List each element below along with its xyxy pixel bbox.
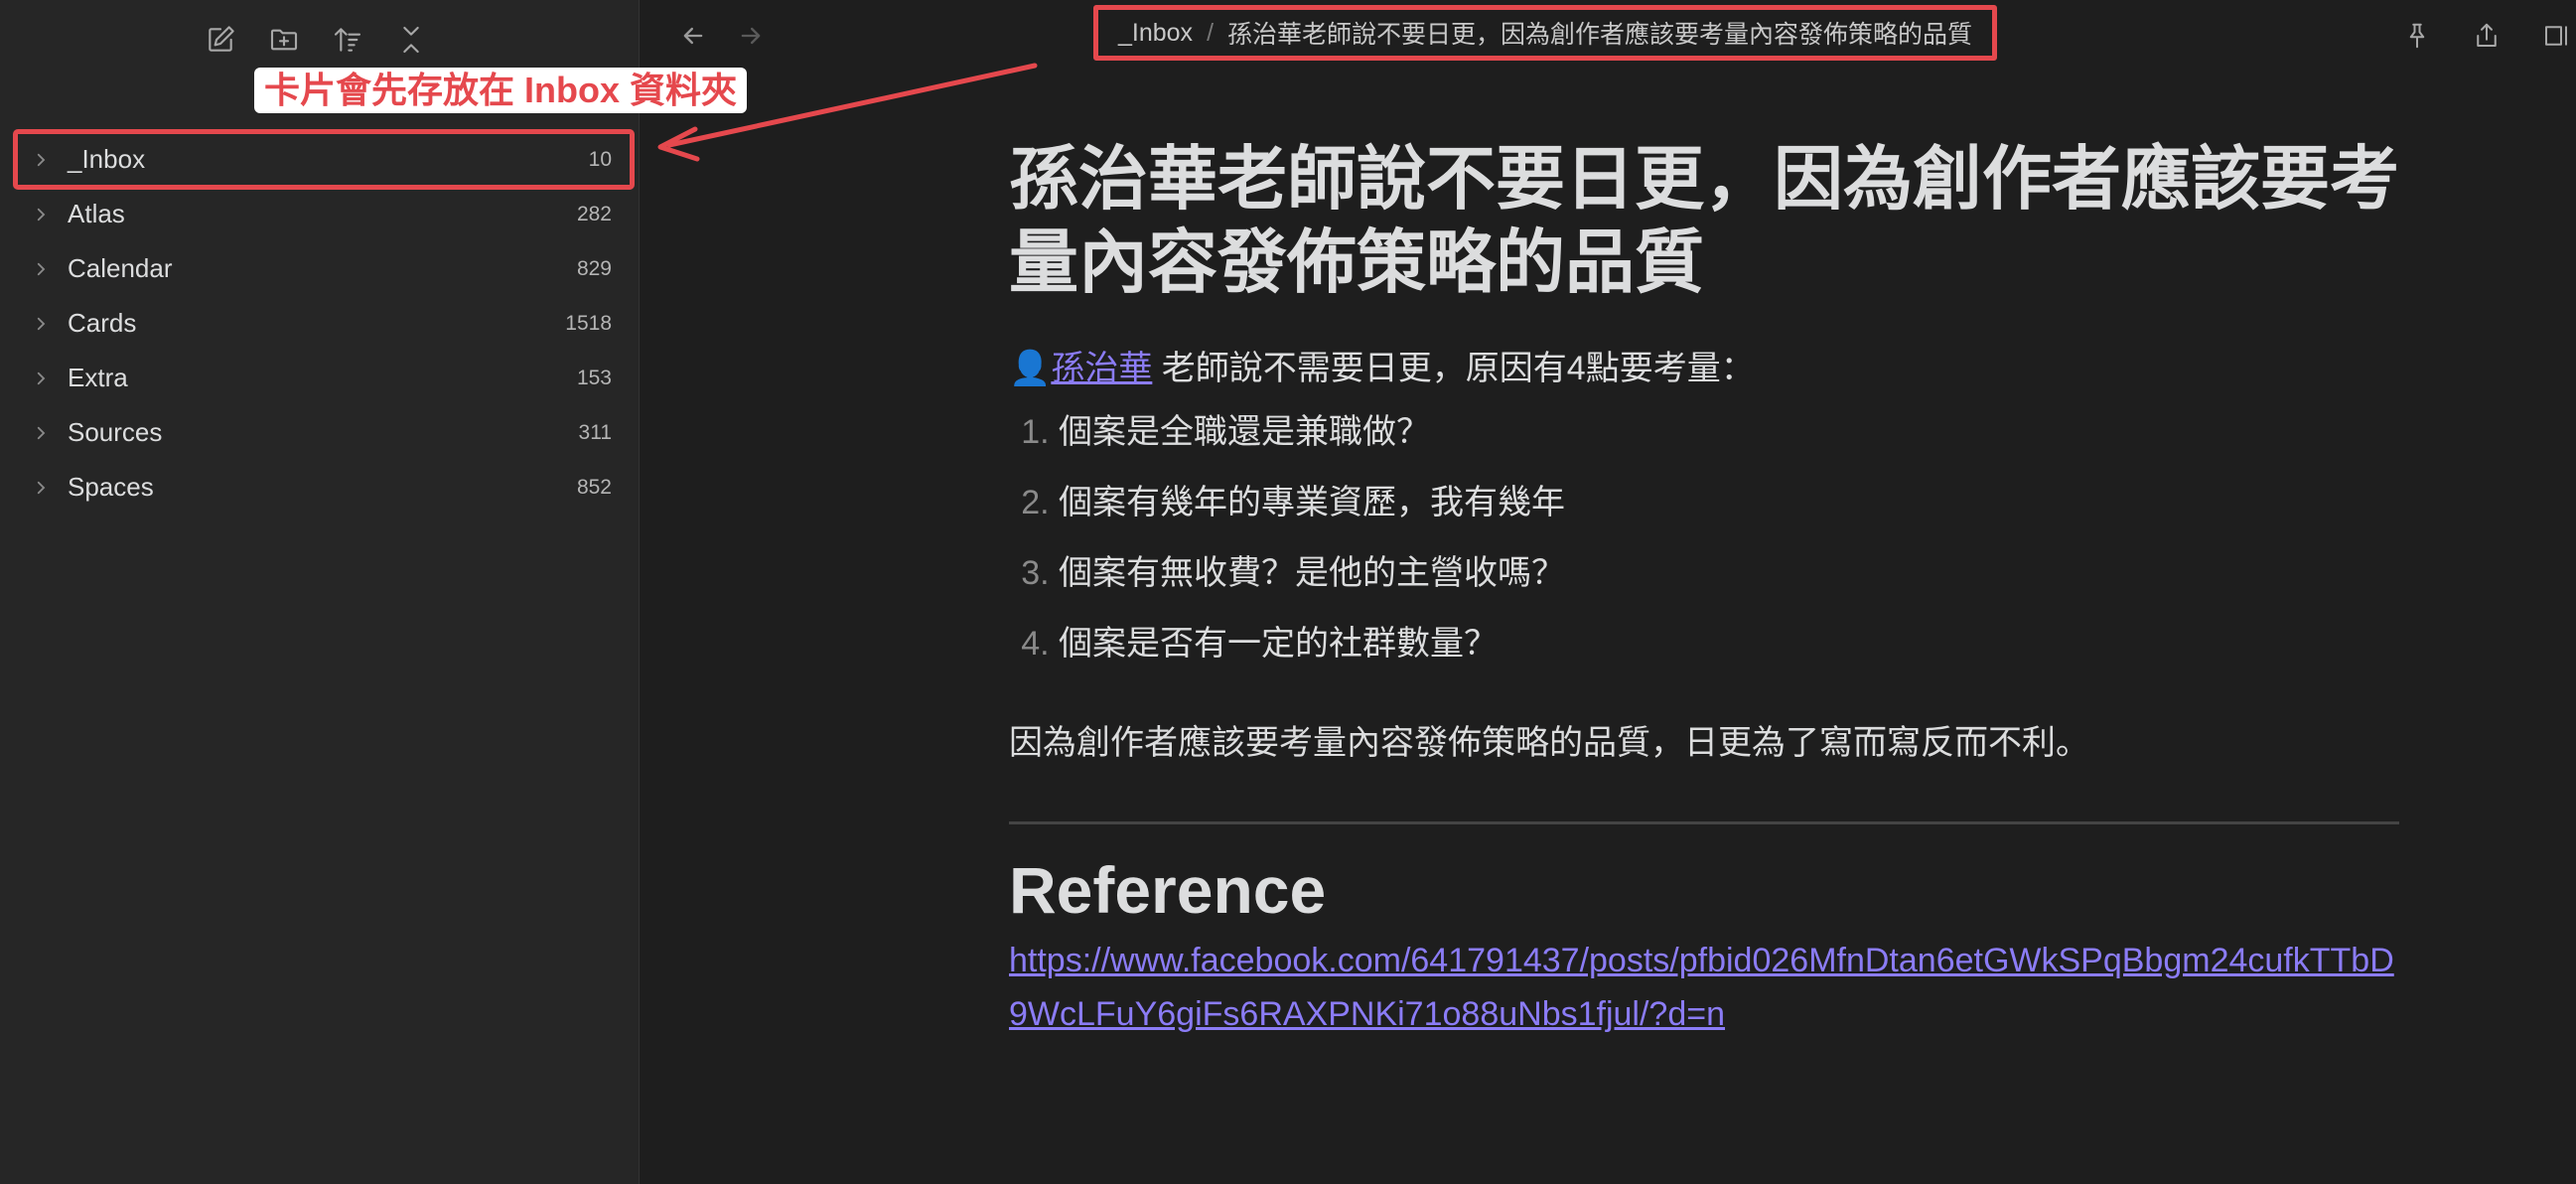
note-content: 孫治華老師說不要日更，因為創作者應該要考量內容發佈策略的品質 👤孫治華 老師說不… xyxy=(1009,137,2399,1041)
editor-pane: _Inbox / 孫治華老師說不要日更，因為創作者應該要考量內容發佈策略的品質 … xyxy=(640,0,2576,1184)
folder-count: 829 xyxy=(576,256,612,280)
list-item: 個案是全職還是兼職做？ xyxy=(1059,409,2399,455)
folder-item-extra[interactable]: Extra 153 xyxy=(16,351,632,405)
forward-arrow-icon[interactable] xyxy=(733,18,769,54)
more-options-icon[interactable] xyxy=(2536,16,2576,56)
folder-name: _Inbox xyxy=(68,144,146,174)
reference-link[interactable]: https://www.facebook.com/641791437/posts… xyxy=(1009,934,2399,1041)
folder-name: Sources xyxy=(68,417,163,447)
folder-tree: _Inbox 10 Atlas 282 Calendar 829 Cards 1… xyxy=(13,129,635,515)
chevron-right-icon xyxy=(32,314,52,334)
sort-icon[interactable] xyxy=(326,18,369,62)
app-window: 卡片會先存放在 Inbox 資料夾 _Inbox 10 Atlas 282 Ca… xyxy=(0,0,2576,1184)
folder-item-atlas[interactable]: Atlas 282 xyxy=(16,187,632,241)
list-item: 個案是否有一定的社群數量？ xyxy=(1059,621,2399,666)
folder-item-cards[interactable]: Cards 1518 xyxy=(16,296,632,351)
points-list: 個案是全職還是兼職做？ 個案有幾年的專業資歷，我有幾年 個案有無收費？是他的主營… xyxy=(1009,409,2399,666)
folder-count: 1518 xyxy=(565,311,612,335)
view-actions xyxy=(2397,16,2576,56)
back-arrow-icon[interactable] xyxy=(675,18,711,54)
new-note-icon[interactable] xyxy=(199,18,242,62)
folder-name: Cards xyxy=(68,308,137,338)
file-explorer-sidebar: 卡片會先存放在 Inbox 資料夾 _Inbox 10 Atlas 282 Ca… xyxy=(0,0,747,1184)
folder-name: Atlas xyxy=(68,199,125,228)
chevron-right-icon xyxy=(32,369,52,388)
history-nav xyxy=(675,18,769,54)
person-link[interactable]: 孫治華 xyxy=(1051,350,1152,387)
chevron-right-icon xyxy=(32,150,52,170)
breadcrumb-folder[interactable]: _Inbox xyxy=(1118,19,1193,48)
list-item: 個案有無收費？是他的主營收嗎？ xyxy=(1059,550,2399,596)
list-item: 個案有幾年的專業資歷，我有幾年 xyxy=(1059,480,2399,525)
breadcrumb-separator: / xyxy=(1207,18,1215,47)
folder-name: Extra xyxy=(68,363,128,392)
folder-item-calendar[interactable]: Calendar 829 xyxy=(16,241,632,296)
horizontal-rule xyxy=(1009,821,2399,824)
folder-name: Calendar xyxy=(68,253,173,283)
folder-count: 852 xyxy=(576,475,612,499)
folder-count: 153 xyxy=(576,366,612,389)
chevron-right-icon xyxy=(32,423,52,443)
sidebar-toolbar xyxy=(199,18,433,62)
folder-item-inbox[interactable]: _Inbox 10 xyxy=(13,129,635,190)
intro-text: 老師說不需要日更，原因有4點要考量： xyxy=(1152,350,1755,387)
note-title: 孫治華老師說不要日更，因為創作者應該要考量內容發佈策略的品質 xyxy=(1009,140,2399,301)
chevron-right-icon xyxy=(32,478,52,498)
folder-name: Spaces xyxy=(68,472,154,502)
breadcrumb: _Inbox / 孫治華老師說不要日更，因為創作者應該要考量內容發佈策略的品質 xyxy=(1093,5,1998,61)
breadcrumb-note[interactable]: 孫治華老師說不要日更，因為創作者應該要考量內容發佈策略的品質 xyxy=(1227,15,1972,51)
folder-count: 311 xyxy=(578,420,612,444)
share-icon[interactable] xyxy=(2467,16,2506,56)
collapse-all-icon[interactable] xyxy=(389,18,433,62)
note-intro: 👤孫治華 老師說不需要日更，原因有4點要考量： xyxy=(1009,346,2399,391)
folder-count: 10 xyxy=(588,147,612,171)
folder-count: 282 xyxy=(576,202,612,225)
pin-icon[interactable] xyxy=(2397,16,2437,56)
folder-item-spaces[interactable]: Spaces 852 xyxy=(16,460,632,515)
person-icon: 👤 xyxy=(1009,350,1052,387)
note-paragraph: 因為創作者應該要考量內容發佈策略的品質，日更為了寫而寫反而不利。 xyxy=(1009,724,2089,762)
new-folder-icon[interactable] xyxy=(262,18,306,62)
chevron-right-icon xyxy=(32,205,52,224)
folder-item-sources[interactable]: Sources 311 xyxy=(16,405,632,460)
reference-heading: Reference xyxy=(1009,853,1327,927)
chevron-right-icon xyxy=(32,259,52,279)
